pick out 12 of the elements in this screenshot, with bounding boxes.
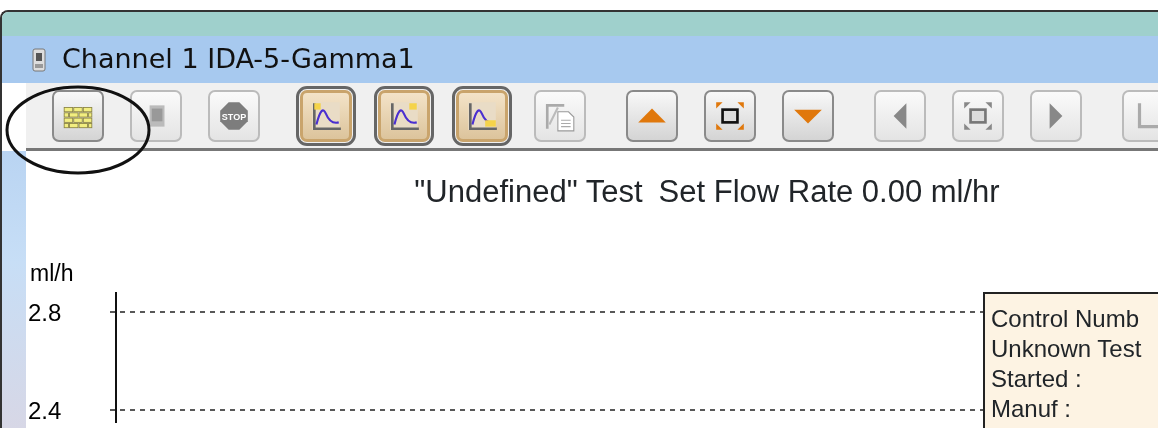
info-text: Unknown Test — [991, 334, 1143, 364]
y-tick-label: 2.8 — [28, 299, 62, 326]
chart-title: "Undefined" Test — [414, 175, 643, 211]
chart-title: Set Flow Rate 0.00 ml/hr — [658, 175, 1000, 211]
device-icon — [32, 47, 46, 72]
window-title: Channel 1 IDA-5-Gamma1 — [62, 42, 415, 77]
info-text: Started : — [991, 364, 1083, 394]
toolbar-button[interactable] — [704, 89, 756, 142]
info-text: Control Numb — [991, 304, 1141, 334]
info-text: Manuf : — [991, 394, 1073, 424]
y-tick-label: 2.4 — [28, 397, 62, 423]
y-axis-label: ml/h — [30, 260, 74, 286]
